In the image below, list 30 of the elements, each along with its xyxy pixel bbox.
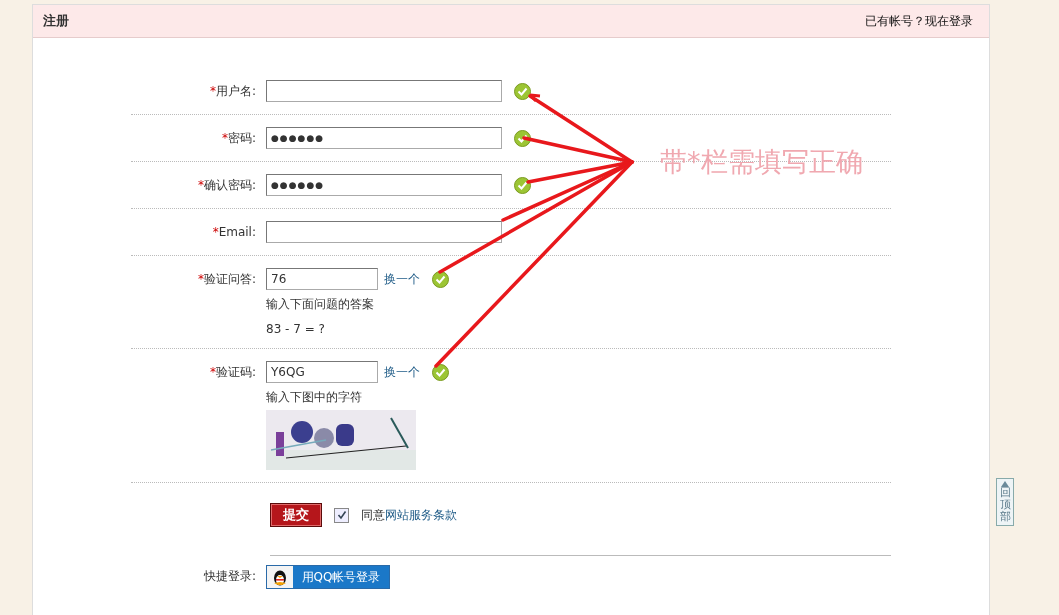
field-label: *确认密码: — [196, 177, 256, 194]
field-hint: 输入下面问题的答案 — [266, 296, 375, 313]
field-label: *用户名: — [208, 83, 256, 100]
refresh-link[interactable]: 换一个 — [384, 363, 420, 381]
panel-title: 注册 — [43, 12, 69, 30]
back-to-top-button[interactable]: 回顶部 — [996, 478, 1014, 527]
field-label: *验证码: — [208, 364, 256, 381]
refresh-link[interactable]: 换一个 — [384, 270, 420, 288]
agree-text: 同意网站服务条款 — [361, 506, 457, 524]
username-field[interactable] — [266, 80, 502, 102]
agree-checkbox[interactable] — [334, 507, 349, 523]
qq-login-button[interactable]: 用QQ帐号登录 — [266, 565, 390, 589]
field-label: *Email: — [211, 224, 256, 241]
password-field[interactable]: ●●●●●● — [266, 127, 502, 149]
terms-link[interactable]: 网站服务条款 — [385, 507, 457, 522]
field-hint: 输入下图中的字符 — [266, 389, 363, 406]
captcha-field[interactable]: Y6QG — [266, 361, 378, 383]
question-text: 83 - 7 = ? — [266, 322, 326, 336]
checkmark-icon — [336, 510, 347, 520]
field-label: *验证问答: — [196, 271, 256, 288]
up-arrow-icon — [1001, 481, 1009, 487]
submit-button[interactable]: 提交 — [270, 503, 322, 527]
field-label: 快捷登录: — [202, 568, 256, 585]
penguin-icon — [272, 568, 288, 586]
login-link[interactable]: 已有帐号？现在登录 — [865, 12, 973, 30]
field-label: *密码: — [220, 130, 256, 147]
password-field[interactable]: ●●●●●● — [266, 174, 502, 196]
answer-field[interactable]: 76 — [266, 268, 378, 290]
annotation-text: 带*栏需填写正确 — [660, 145, 863, 179]
email-field[interactable] — [266, 221, 502, 243]
